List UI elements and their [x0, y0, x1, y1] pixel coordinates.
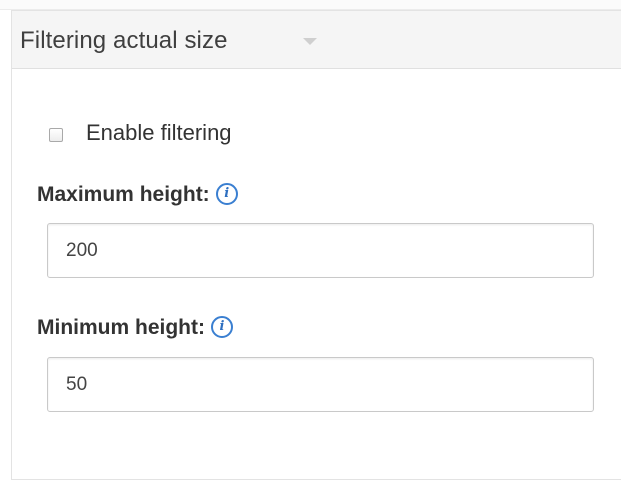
page-top-strip	[0, 0, 621, 10]
minimum-height-label: Minimum height:	[37, 316, 205, 339]
maximum-height-label-row: Maximum height: i	[37, 183, 238, 207]
info-icon[interactable]: i	[210, 316, 233, 339]
minimum-height-label-row: Minimum height: i	[37, 316, 233, 340]
enable-filtering-label[interactable]: Enable filtering	[86, 120, 232, 146]
info-icon[interactable]: i	[215, 183, 238, 206]
minimum-height-input[interactable]	[47, 357, 594, 412]
enable-filtering-checkbox[interactable]	[49, 128, 63, 142]
maximum-height-input[interactable]	[47, 223, 594, 278]
panel-header[interactable]: Filtering actual size	[12, 11, 621, 69]
chevron-down-icon[interactable]	[303, 38, 317, 45]
maximum-height-label: Maximum height:	[37, 183, 210, 206]
panel-title: Filtering actual size	[20, 27, 228, 54]
